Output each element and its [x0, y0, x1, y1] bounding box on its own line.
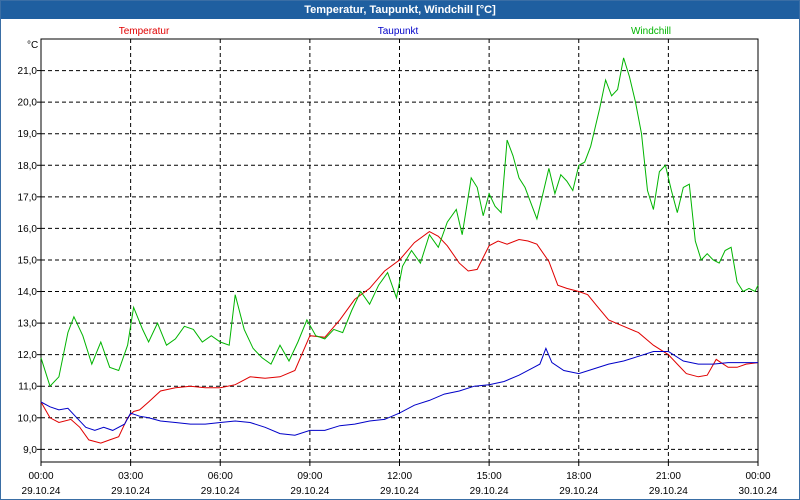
- y-tick-label: 20,0: [18, 98, 38, 109]
- x-tick-time: 06:00: [208, 471, 233, 482]
- y-tick-label: 21,0: [18, 66, 38, 77]
- y-tick-label: 13,0: [18, 319, 38, 330]
- x-tick-time: 18:00: [566, 471, 591, 482]
- y-tick-label: 9,0: [23, 445, 37, 456]
- y-tick-label: 19,0: [18, 129, 38, 140]
- x-tick-time: 12:00: [387, 471, 412, 482]
- x-tick-date: 29.10.24: [380, 486, 419, 497]
- x-tick-time: 21:00: [656, 471, 681, 482]
- x-tick-date: 29.10.24: [559, 486, 598, 497]
- x-tick-time: 15:00: [477, 471, 502, 482]
- y-tick-label: 12,0: [18, 350, 38, 361]
- x-tick-time: 00:00: [28, 471, 53, 482]
- x-tick-date: 29.10.24: [201, 486, 240, 497]
- y-tick-label: 17,0: [18, 192, 38, 203]
- x-tick-date: 30.10.24: [739, 486, 778, 497]
- grid-lines: [41, 39, 758, 462]
- y-tick-label: 18,0: [18, 161, 38, 172]
- x-tick-time: 00:00: [745, 471, 770, 482]
- x-tick-date: 29.10.24: [649, 486, 688, 497]
- legend-item-taupunkt: Taupunkt: [378, 26, 419, 37]
- x-tick-date: 29.10.24: [290, 486, 329, 497]
- y-tick-label: 15,0: [18, 255, 38, 266]
- y-tick-label: 16,0: [18, 224, 38, 235]
- legend-item-windchill: Windchill: [631, 26, 671, 37]
- chart-title: Temperatur, Taupunkt, Windchill [°C]: [1, 1, 799, 19]
- x-tick-date: 29.10.24: [22, 486, 61, 497]
- y-tick-label: 11,0: [18, 382, 37, 393]
- x-tick-labels: 00:00 29.10.24 03:00 29.10.24 06:00 29.10.24 0…: [22, 471, 778, 497]
- axes: [37, 38, 759, 466]
- x-tick-time: 03:00: [118, 471, 143, 482]
- chart-window: Temperatur, Taupunkt, Windchill [°C] 9,0…: [0, 0, 800, 500]
- y-tick-labels: 9,0 10,0 11,0 12,0 13,0 14,0 15,0 16,0 17,0 18,0 1…: [18, 66, 38, 456]
- x-tick-time: 09:00: [297, 471, 322, 482]
- legend-item-temperatur: Temperatur: [119, 26, 170, 37]
- y-tick-label: 10,0: [18, 413, 38, 424]
- legend: Temperatur Taupunkt Windchill: [119, 26, 671, 37]
- x-tick-date: 29.10.24: [470, 486, 509, 497]
- y-tick-label: 14,0: [18, 287, 38, 298]
- y-axis-label: °C: [27, 40, 38, 51]
- x-tick-date: 29.10.24: [111, 486, 150, 497]
- line-chart: 9,0 10,0 11,0 12,0 13,0 14,0 15,0 16,0 17,0 18,0 1…: [18, 26, 778, 497]
